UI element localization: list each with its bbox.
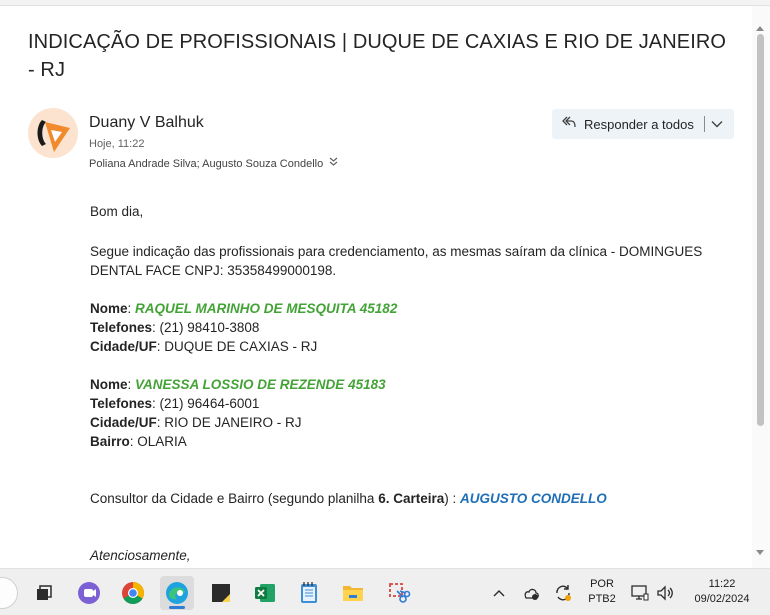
- professional2-phone-line: Telefones: (21) 96464-6001: [90, 396, 260, 411]
- chevron-down-icon: [711, 115, 723, 133]
- professional1-city-line: Cidade/UF: DUQUE DE CAXIAS - RJ: [90, 339, 318, 354]
- input-language-indicator[interactable]: POR PTB2: [582, 577, 622, 607]
- taskbar: POR PTB2 11:22 09/02/2024: [0, 568, 770, 615]
- chrome-icon[interactable]: [116, 576, 150, 610]
- professional2-city: RIO DE JANEIRO - RJ: [164, 415, 302, 430]
- label-nome: Nome: [90, 377, 128, 392]
- vertical-scrollbar[interactable]: [752, 6, 770, 568]
- intro-paragraph: Segue indicação das profissionais para c…: [90, 244, 703, 278]
- consultant-mid: ) :: [444, 491, 460, 506]
- professional1-name-line: Nome: RAQUEL MARINHO DE MESQUITA 45182: [90, 301, 398, 316]
- consultant-name: AUGUSTO CONDELLO: [459, 491, 607, 506]
- excel-icon[interactable]: [248, 576, 282, 610]
- email-body: Bom dia, Segue indicação das profissiona…: [90, 202, 738, 565]
- recipients-text: Poliana Andrade Silva; Augusto Souza Con…: [89, 157, 324, 170]
- task-view-icon[interactable]: [27, 576, 61, 610]
- keyboard-layout: PTB2: [588, 593, 616, 605]
- clock-date: 09/02/2024: [694, 593, 750, 605]
- closing: Atenciosamente,: [90, 548, 191, 563]
- chevron-down-icon[interactable]: [329, 157, 338, 170]
- chevron-up-icon[interactable]: [484, 576, 514, 610]
- clock-time: 11:22: [708, 578, 736, 590]
- email-datetime: Hoje, 11:22: [89, 138, 145, 150]
- snipping-tool-icon[interactable]: [382, 576, 416, 610]
- sticky-notes-icon[interactable]: [204, 576, 238, 610]
- consultant-sheet: 6. Carteira: [378, 491, 445, 506]
- volume-icon[interactable]: [652, 576, 678, 610]
- scroll-up-icon[interactable]: [756, 26, 764, 31]
- consultant-line: Consultor da Cidade e Bairro (segundo pl…: [90, 489, 738, 508]
- professional2-city-line: Cidade/UF: RIO DE JANEIRO - RJ: [90, 415, 302, 430]
- greeting: Bom dia,: [90, 204, 144, 219]
- professional1-name: RAQUEL MARINHO DE MESQUITA 45182: [135, 301, 398, 316]
- notepad-icon[interactable]: [292, 576, 326, 610]
- professional2-bairro: OLARIA: [137, 434, 187, 449]
- update-icon[interactable]: [548, 576, 578, 610]
- reply-options-dropdown[interactable]: [705, 109, 729, 139]
- professional2-phone: (21) 96464-6001: [159, 396, 260, 411]
- search-box-edge[interactable]: [0, 577, 18, 609]
- label-telefones: Telefones: [90, 320, 153, 335]
- avatar[interactable]: [28, 108, 78, 158]
- teams-icon[interactable]: [72, 576, 106, 610]
- reply-all-label: Responder a todos: [584, 116, 694, 132]
- consultant-prefix: Consultor da Cidade e Bairro (segundo pl…: [90, 491, 379, 506]
- file-explorer-icon[interactable]: [336, 576, 370, 610]
- scroll-down-icon[interactable]: [756, 550, 764, 555]
- professional2-name: VANESSA LOSSIO DE REZENDE 45183: [135, 377, 386, 392]
- language-code: POR: [590, 578, 614, 590]
- reply-all-button[interactable]: Responder a todos: [552, 109, 700, 139]
- professional2-name-line: Nome: VANESSA LOSSIO DE REZENDE 45183: [90, 377, 386, 392]
- professional1-city: DUQUE DE CAXIAS - RJ: [164, 339, 318, 354]
- scrollbar-thumb[interactable]: [757, 34, 764, 426]
- system-clock[interactable]: 11:22 09/02/2024: [680, 577, 764, 607]
- professional1-phone-line: Telefones: (21) 98410-3808: [90, 320, 260, 335]
- sender-name[interactable]: Duany V Balhuk: [89, 114, 204, 132]
- email-subject: INDICAÇÃO DE PROFISSIONAIS | DUQUE DE CA…: [28, 31, 727, 81]
- recipients-line[interactable]: Poliana Andrade Silva; Augusto Souza Con…: [89, 157, 338, 170]
- professional1-phone: (21) 98410-3808: [159, 320, 260, 335]
- label-cidade: Cidade/UF: [90, 339, 157, 354]
- onedrive-sync-icon[interactable]: [516, 576, 546, 610]
- network-icon[interactable]: [626, 576, 654, 610]
- professional2-bairro-line: Bairro: OLARIA: [90, 434, 187, 449]
- reply-all-icon: [561, 114, 584, 135]
- label-nome: Nome: [90, 301, 128, 316]
- label-telefones: Telefones: [90, 396, 153, 411]
- label-cidade: Cidade/UF: [90, 415, 157, 430]
- reply-all-button-group: Responder a todos: [552, 109, 734, 139]
- label-bairro: Bairro: [90, 434, 130, 449]
- reading-pane: INDICAÇÃO DE PROFISSIONAIS | DUQUE DE CA…: [0, 6, 752, 568]
- edge-icon[interactable]: [160, 576, 194, 610]
